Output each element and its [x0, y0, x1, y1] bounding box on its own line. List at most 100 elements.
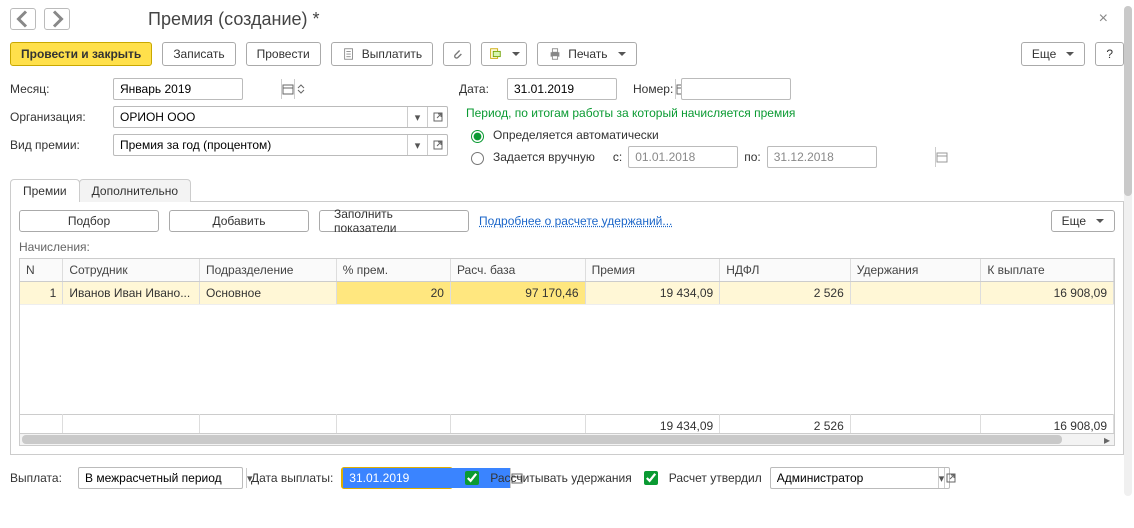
payout-label: Выплата:	[10, 471, 70, 485]
save-button[interactable]: Записать	[162, 42, 235, 66]
approved-label: Расчет утвердил	[669, 471, 762, 485]
grid-header-row: N Сотрудник Подразделение % прем. Расч. …	[20, 259, 1114, 282]
month-field[interactable]	[113, 78, 243, 100]
open-icon[interactable]	[427, 107, 447, 127]
col-percent[interactable]: % прем.	[336, 259, 450, 282]
cell-dept[interactable]: Основное	[200, 282, 337, 305]
help-button[interactable]: ?	[1095, 42, 1124, 66]
cell-n[interactable]: 1	[20, 282, 63, 305]
printer-icon	[548, 47, 562, 61]
tab-bonuses[interactable]: Премии	[10, 179, 80, 202]
dropdown-icon[interactable]: ▾	[407, 135, 427, 155]
col-bonus[interactable]: Премия	[585, 259, 720, 282]
calendar-icon[interactable]	[281, 79, 294, 99]
more-button[interactable]: Еще	[1021, 42, 1085, 66]
col-employee[interactable]: Сотрудник	[63, 259, 200, 282]
total-bonus: 19 434,09	[585, 415, 720, 435]
calendar-icon[interactable]	[935, 147, 948, 167]
accruals-label: Начисления:	[19, 238, 1115, 258]
org-label: Организация:	[10, 110, 105, 124]
org-field[interactable]: ▾	[113, 106, 448, 128]
type-label: Вид премии:	[10, 138, 105, 152]
col-pay[interactable]: К выплате	[981, 259, 1114, 282]
grid-totals-row: 19 434,09 2 526 16 908,09	[20, 415, 1114, 435]
cell-withhold[interactable]	[850, 282, 981, 305]
col-ndfl[interactable]: НДФЛ	[720, 259, 851, 282]
post-and-close-button[interactable]: Провести и закрыть	[10, 42, 152, 66]
withholdings-link[interactable]: Подробнее о расчете удержаний...	[479, 214, 672, 228]
col-dept[interactable]: Подразделение	[200, 259, 337, 282]
paydate-label: Дата выплаты:	[251, 471, 333, 485]
fill-indicators-button[interactable]: Заполнить показатели	[319, 210, 469, 232]
basis-button[interactable]	[481, 42, 527, 66]
attach-button[interactable]	[443, 42, 471, 66]
approver-field[interactable]: ▾	[770, 467, 950, 489]
document-icon	[342, 47, 356, 61]
open-icon[interactable]	[427, 135, 447, 155]
cell-ndfl[interactable]: 2 526	[720, 282, 851, 305]
period-manual-radio[interactable]	[471, 152, 484, 165]
paydate-input[interactable]	[343, 468, 510, 488]
col-withhold[interactable]: Удержания	[850, 259, 981, 282]
pay-button-label: Выплатить	[362, 47, 423, 61]
total-ndfl: 2 526	[720, 415, 851, 435]
type-field[interactable]: ▾	[113, 134, 448, 156]
grid-hscrollbar[interactable]: ▸	[19, 434, 1115, 446]
close-button[interactable]: ×	[1099, 10, 1124, 28]
table-row[interactable]: 1 Иванов Иван Ивано... Основное 20 97 17…	[20, 282, 1114, 305]
approver-input[interactable]	[771, 468, 938, 488]
approved-checkbox[interactable]	[644, 471, 658, 485]
paperclip-icon	[450, 47, 464, 61]
arrow-right-icon	[45, 7, 69, 31]
print-button-label: Печать	[568, 47, 607, 61]
cell-percent[interactable]: 20	[336, 282, 450, 305]
payout-input[interactable]	[79, 468, 246, 488]
from-label: с:	[613, 150, 622, 164]
tab-additional[interactable]: Дополнительно	[79, 179, 191, 202]
accruals-grid[interactable]: N Сотрудник Подразделение % прем. Расч. …	[19, 258, 1115, 434]
date-field[interactable]	[507, 78, 617, 100]
number-field[interactable]	[681, 78, 791, 100]
pay-button[interactable]: Выплатить	[331, 42, 434, 66]
cell-bonus[interactable]: 19 434,09	[585, 282, 720, 305]
month-input[interactable]	[114, 79, 281, 99]
cell-employee[interactable]: Иванов Иван Ивано...	[63, 282, 200, 305]
total-withhold	[850, 415, 981, 435]
period-to-input[interactable]	[768, 147, 935, 167]
cell-base[interactable]: 97 170,46	[450, 282, 585, 305]
org-input[interactable]	[114, 107, 407, 127]
period-from-field[interactable]	[628, 146, 738, 168]
total-pay: 16 908,09	[981, 415, 1114, 435]
type-input[interactable]	[114, 135, 407, 155]
dropdown-icon[interactable]: ▾	[407, 107, 427, 127]
pick-button[interactable]: Подбор	[19, 210, 159, 232]
month-label: Месяц:	[10, 82, 105, 96]
to-label: по:	[744, 150, 761, 164]
calc-withhold-label: Рассчитывать удержания	[490, 471, 631, 485]
paydate-field[interactable]	[341, 467, 453, 489]
period-to-field[interactable]	[767, 146, 877, 168]
page-scrollbar[interactable]	[1124, 6, 1132, 496]
col-n[interactable]: N	[20, 259, 63, 282]
period-title: Период, по итогам работы за который начи…	[466, 106, 877, 124]
calc-withhold-checkbox[interactable]	[465, 471, 479, 485]
sheet-icon	[488, 47, 502, 61]
arrow-left-icon	[11, 7, 35, 31]
col-base[interactable]: Расч. база	[450, 259, 585, 282]
print-button[interactable]: Печать	[537, 42, 636, 66]
payout-field[interactable]: ▾	[78, 467, 243, 489]
stepper-icon[interactable]	[294, 79, 307, 99]
date-label: Дата:	[459, 82, 499, 96]
nav-forward-button[interactable]	[44, 8, 70, 30]
page-title: Премия (создание) *	[78, 9, 320, 30]
post-button[interactable]: Провести	[246, 42, 321, 66]
panel-more-button[interactable]: Еще	[1051, 210, 1115, 232]
period-manual-label: Задается вручную	[493, 150, 595, 164]
number-input[interactable]	[682, 79, 849, 99]
period-auto-radio[interactable]	[471, 130, 484, 143]
cell-pay[interactable]: 16 908,09	[981, 282, 1114, 305]
add-button[interactable]: Добавить	[169, 210, 309, 232]
nav-back-button[interactable]	[10, 8, 36, 30]
number-label: Номер:	[625, 82, 673, 96]
open-icon[interactable]	[944, 468, 957, 488]
